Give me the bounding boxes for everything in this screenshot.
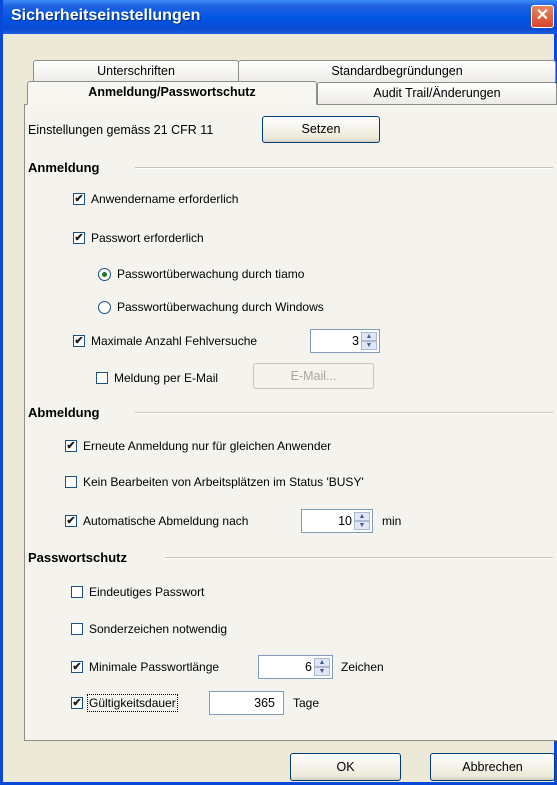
tab-unterschriften[interactable]: Unterschriften (33, 60, 239, 82)
spin-up-icon[interactable]: ▲ (314, 658, 330, 667)
no-edit-busy-checkbox[interactable] (65, 476, 77, 488)
window-title: Sicherheitseinstellungen (11, 7, 201, 24)
same-user-label: Erneute Anmeldung nur für gleichen Anwen… (83, 439, 332, 453)
auto-logout-spinner[interactable]: 10 ▲ ▼ (301, 509, 373, 533)
close-button[interactable]: ✕ (531, 5, 554, 28)
check-icon: ✔ (72, 697, 82, 709)
title-bar[interactable]: Sicherheitseinstellungen ✕ (3, 0, 557, 34)
check-icon: ✔ (72, 661, 82, 673)
monitor-tiamo-label: Passwortüberwachung durch tiamo (117, 267, 305, 281)
check-icon: ✔ (74, 232, 84, 244)
email-button[interactable]: E-Mail... (253, 363, 374, 389)
max-attempts-spinner[interactable]: 3 ▲ ▼ (310, 329, 380, 353)
divider (165, 557, 553, 559)
tab-standardbegruendungen[interactable]: Standardbegründungen (238, 60, 556, 82)
username-required-label: Anwendername erforderlich (91, 192, 239, 206)
section-title-anmeldung: Anmeldung (28, 160, 100, 175)
check-icon: ✔ (66, 515, 76, 527)
max-attempts-value: 3 (352, 334, 359, 348)
dialog-window: Sicherheitseinstellungen ✕ Unterschrifte… (0, 0, 557, 785)
auto-logout-unit: min (382, 514, 402, 528)
check-icon: ✔ (74, 193, 84, 205)
spinner-arrows: ▲ ▼ (354, 512, 370, 530)
close-icon: ✕ (535, 7, 550, 24)
spinner-arrows: ▲ ▼ (361, 332, 377, 350)
special-chars-label: Sonderzeichen notwendig (89, 622, 228, 636)
min-length-value: 6 (305, 660, 312, 674)
check-icon: ✔ (74, 335, 84, 347)
tab-label: Audit Trail/Änderungen (373, 86, 501, 100)
validity-checkbox[interactable]: ✔ (71, 697, 83, 709)
tab-anmeldung-passwortschutz[interactable]: Anmeldung/Passwortschutz (27, 81, 317, 105)
spin-up-icon[interactable]: ▲ (361, 332, 377, 341)
auto-logout-label: Automatische Abmeldung nach (83, 514, 249, 528)
min-length-spinner[interactable]: 6 ▲ ▼ (258, 655, 333, 679)
min-length-unit: Zeichen (341, 660, 384, 674)
auto-logout-checkbox[interactable]: ✔ (65, 515, 77, 527)
validity-input[interactable]: 365 (209, 691, 284, 715)
monitor-windows-label: Passwortüberwachung durch Windows (117, 300, 324, 314)
tab-label: Unterschriften (97, 64, 175, 78)
cfr-label: Einstellungen gemäss 21 CFR 11 (28, 123, 214, 137)
auto-logout-value: 10 (338, 514, 352, 528)
validity-label: Gültigkeitsdauer (87, 694, 178, 712)
password-required-label: Passwort erforderlich (91, 231, 204, 245)
section-title-abmeldung: Abmeldung (28, 405, 100, 420)
spin-down-icon[interactable]: ▼ (361, 341, 377, 350)
divider (135, 412, 553, 414)
setzen-button[interactable]: Setzen (262, 116, 380, 143)
check-icon: ✔ (66, 440, 76, 452)
password-required-checkbox[interactable]: ✔ (73, 232, 85, 244)
monitor-tiamo-radio[interactable] (98, 268, 111, 281)
max-attempts-label: Maximale Anzahl Fehlversuche (91, 334, 258, 348)
unique-password-checkbox[interactable] (71, 586, 83, 598)
email-notice-checkbox[interactable] (96, 372, 108, 384)
divider (135, 167, 553, 169)
max-attempts-checkbox[interactable]: ✔ (73, 335, 85, 347)
min-length-label: Minimale Passwortlänge (89, 660, 220, 674)
username-required-checkbox[interactable]: ✔ (73, 193, 85, 205)
tab-audit-trail[interactable]: Audit Trail/Änderungen (317, 82, 557, 104)
tab-label: Anmeldung/Passwortschutz (88, 85, 256, 99)
cancel-button[interactable]: Abbrechen (430, 753, 555, 781)
section-title-passwortschutz: Passwortschutz (28, 550, 127, 565)
same-user-checkbox[interactable]: ✔ (65, 440, 77, 452)
tab-label: Standardbegründungen (331, 64, 463, 78)
radio-dot-icon (102, 272, 107, 277)
unique-password-label: Eindeutiges Passwort (89, 585, 205, 599)
no-edit-busy-label: Kein Bearbeiten von Arbeitsplätzen im St… (83, 475, 364, 489)
min-length-checkbox[interactable]: ✔ (71, 661, 83, 673)
spin-down-icon[interactable]: ▼ (354, 521, 370, 530)
special-chars-checkbox[interactable] (71, 623, 83, 635)
validity-unit: Tage (293, 696, 320, 710)
spin-down-icon[interactable]: ▼ (314, 667, 330, 676)
tab-panel: Einstellungen gemäss 21 CFR 11 Setzen An… (24, 104, 557, 741)
monitor-windows-radio[interactable] (98, 301, 111, 314)
email-notice-label: Meldung per E-Mail (114, 371, 219, 385)
spin-up-icon[interactable]: ▲ (354, 512, 370, 521)
ok-button[interactable]: OK (290, 753, 401, 781)
spinner-arrows: ▲ ▼ (314, 658, 330, 676)
